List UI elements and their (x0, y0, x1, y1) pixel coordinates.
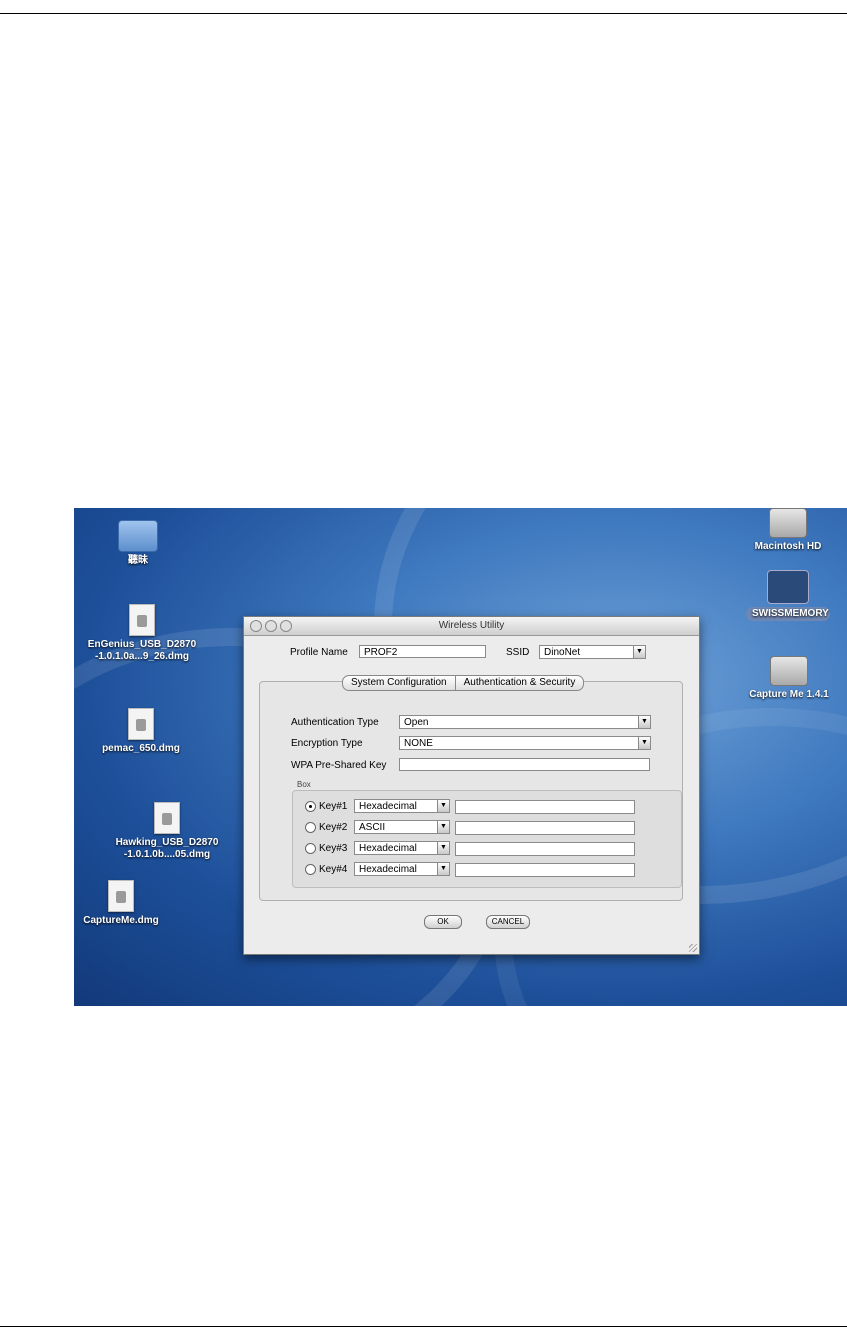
icon-label: SWISSMEMORY (746, 607, 830, 621)
icon-label: CaptureMe.dmg (83, 915, 159, 926)
folder-icon (118, 520, 158, 552)
encryption-type-label: Encryption Type (291, 738, 363, 749)
desktop-file-captureme[interactable]: CaptureMe.dmg (78, 880, 164, 927)
chevron-down-icon: ▼ (437, 842, 449, 854)
key4-radio[interactable] (305, 864, 316, 875)
chevron-down-icon: ▼ (437, 821, 449, 833)
key3-format-value: Hexadecimal (359, 843, 417, 854)
ssid-label: SSID (506, 647, 530, 658)
dmg-file-icon (129, 604, 155, 636)
key1-radio[interactable] (305, 801, 316, 812)
chevron-down-icon: ▼ (437, 863, 449, 875)
encryption-type-value: NONE (404, 738, 433, 749)
key1-field[interactable] (455, 800, 635, 814)
key2-label: Key#2 (319, 822, 348, 833)
icon-label: Macintosh HD (754, 541, 822, 552)
top-rule (0, 13, 847, 14)
chevron-down-icon: ▼ (437, 800, 449, 812)
key1-label: Key#1 (319, 801, 348, 812)
key2-format-select[interactable]: ASCII ▼ (354, 820, 450, 834)
key4-format-value: Hexadecimal (359, 864, 417, 875)
chevron-down-icon: ▼ (633, 646, 645, 658)
ssid-value: DinoNet (544, 647, 581, 658)
key4-label: Key#4 (319, 864, 348, 875)
profile-name-field[interactable]: PROF2 (359, 645, 486, 658)
icon-label: EnGenius_USB_D2870 -1.0.1.0a...9_26.dmg (87, 639, 197, 662)
key3-label: Key#3 (319, 843, 348, 854)
wpa-pre-shared-key-field[interactable] (399, 758, 650, 771)
ok-button[interactable]: OK (424, 915, 462, 929)
dmg-file-icon (154, 802, 180, 834)
dmg-file-icon (128, 708, 154, 740)
usb-disk-icon (767, 570, 809, 604)
key1-format-value: Hexadecimal (359, 801, 417, 812)
hard-disk-icon (769, 508, 807, 538)
desktop-file-hawking[interactable]: Hawking_USB_D2870 -1.0.1.0b....05.dmg (102, 802, 232, 861)
key3-radio[interactable] (305, 843, 316, 854)
key1-format-select[interactable]: Hexadecimal ▼ (354, 799, 450, 813)
desktop-disk-swissmemory[interactable]: SWISSMEMORY (746, 570, 830, 621)
key3-field[interactable] (455, 842, 635, 856)
desktop-disk-macintosh-hd[interactable]: Macintosh HD (746, 508, 830, 553)
icon-label: pemac_650.dmg (102, 743, 180, 754)
desktop-file-engenius[interactable]: EnGenius_USB_D2870 -1.0.1.0a...9_26.dmg (78, 604, 206, 663)
key2-radio[interactable] (305, 822, 316, 833)
key4-field[interactable] (455, 863, 635, 877)
ssid-select[interactable]: DinoNet ▼ (539, 645, 646, 659)
window-title: Wireless Utility (438, 620, 505, 631)
key2-format-value: ASCII (359, 822, 386, 833)
icon-label: Hawking_USB_D2870 -1.0.1.0b....05.dmg (115, 837, 219, 860)
desktop-file-pemac[interactable]: pemac_650.dmg (96, 708, 186, 755)
profile-name-label: Profile Name (290, 647, 348, 658)
authentication-type-label: Authentication Type (291, 717, 379, 728)
wireless-utility-window: Wireless Utility Profile Name PROF2 SSID… (243, 616, 700, 955)
icon-label: Capture Me 1.4.1 (749, 689, 829, 700)
title-bar[interactable]: Wireless Utility (244, 617, 699, 636)
desktop-disk-captureme[interactable]: Capture Me 1.4.1 (742, 656, 836, 701)
tab-system-configuration[interactable]: System Configuration (342, 675, 456, 691)
desktop-folder-icon[interactable]: 聽昧 (116, 520, 160, 567)
bottom-rule (0, 1326, 847, 1327)
key2-field[interactable] (455, 821, 635, 835)
key3-format-select[interactable]: Hexadecimal ▼ (354, 841, 450, 855)
wpa-pre-shared-key-label: WPA Pre-Shared Key (291, 760, 387, 771)
authentication-type-value: Open (404, 717, 429, 728)
tab-bar: System Configuration Authentication & Se… (342, 675, 585, 691)
chevron-down-icon: ▼ (638, 737, 650, 749)
resize-grip-icon[interactable] (689, 944, 697, 952)
key4-format-select[interactable]: Hexadecimal ▼ (354, 862, 450, 876)
tab-authentication-security[interactable]: Authentication & Security (455, 675, 585, 691)
box-group-label: Box (297, 780, 311, 789)
encryption-type-select[interactable]: NONE ▼ (399, 736, 651, 750)
mac-desktop-screenshot: 聽昧 EnGenius_USB_D2870 -1.0.1.0a...9_26.dm… (74, 508, 847, 1006)
authentication-type-select[interactable]: Open ▼ (399, 715, 651, 729)
dmg-file-icon (108, 880, 134, 912)
icon-label: 聽昧 (128, 555, 148, 566)
cancel-button[interactable]: CANCEL (486, 915, 530, 929)
disk-image-icon (770, 656, 808, 686)
chevron-down-icon: ▼ (638, 716, 650, 728)
